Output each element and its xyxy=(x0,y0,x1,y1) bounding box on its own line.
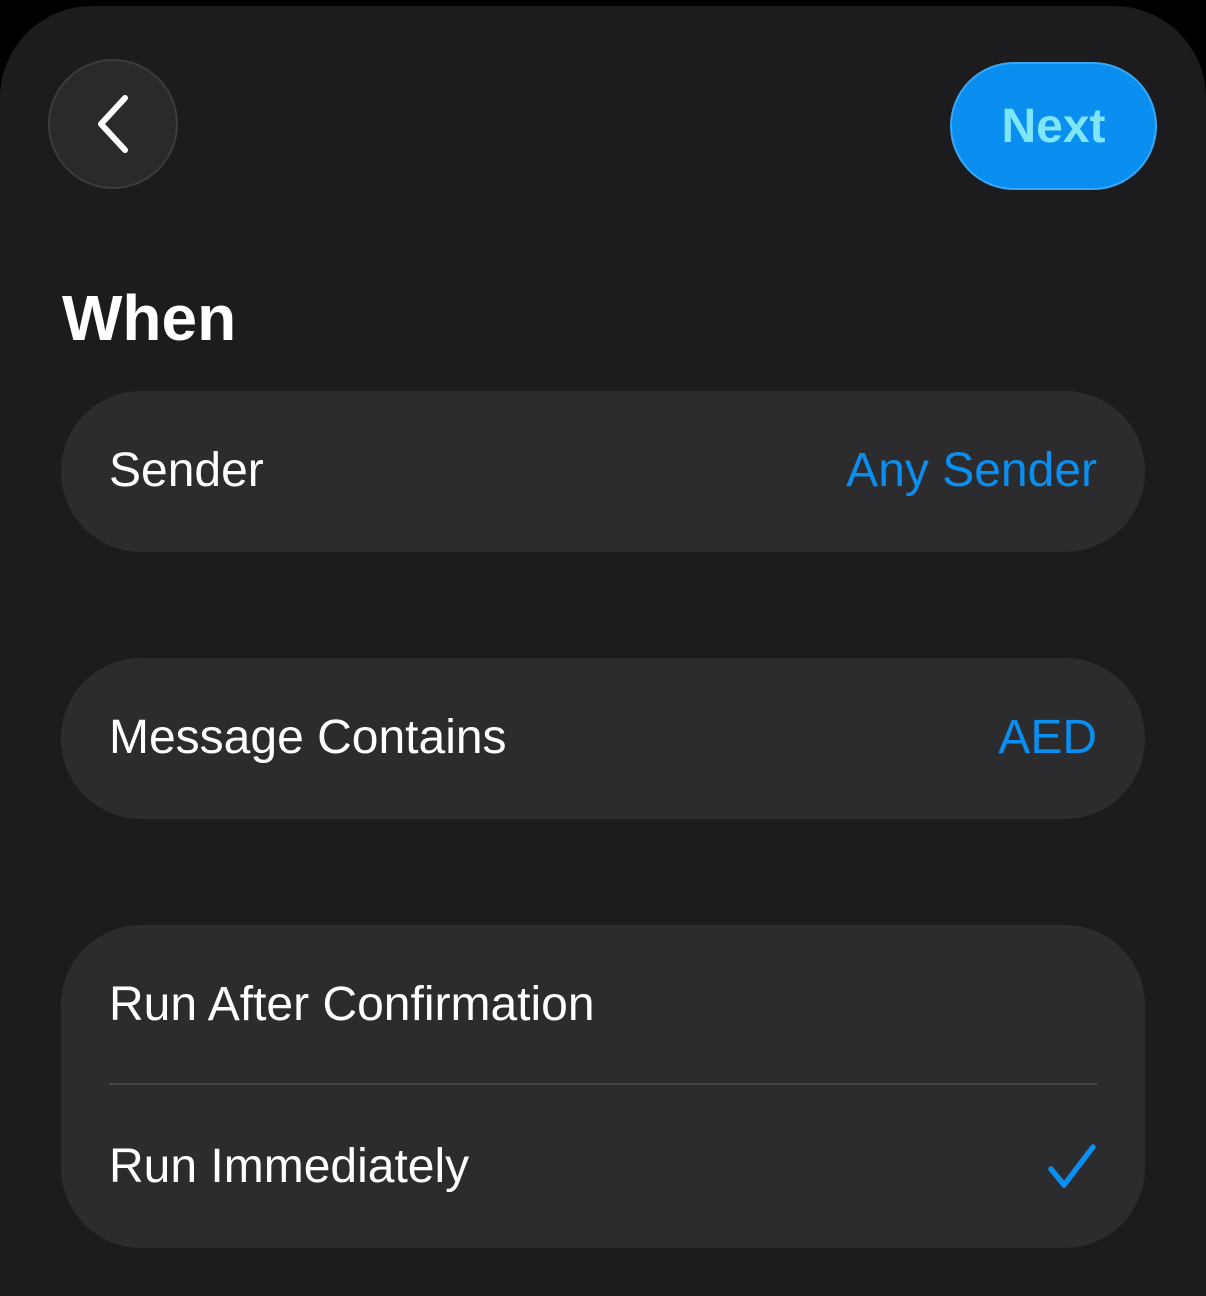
run-option-label: Run After Confirmation xyxy=(109,978,595,1031)
chevron-left-icon xyxy=(93,92,133,156)
message-contains-label: Message Contains xyxy=(109,711,507,764)
sender-row[interactable]: Sender Any Sender xyxy=(109,391,1097,551)
sender-label: Sender xyxy=(109,444,264,497)
sender-value[interactable]: Any Sender xyxy=(846,441,1097,501)
message-contains-card: Message Contains AED xyxy=(61,658,1145,819)
next-button[interactable]: Next xyxy=(950,62,1157,190)
page-title: When xyxy=(62,282,237,354)
run-option-confirmation[interactable]: Run After Confirmation xyxy=(109,925,1097,1085)
checkmark-icon xyxy=(1047,1143,1097,1191)
sender-card: Sender Any Sender xyxy=(61,391,1145,552)
run-option-label: Run Immediately xyxy=(109,1140,470,1193)
message-contains-value[interactable]: AED xyxy=(998,708,1097,768)
message-contains-row[interactable]: Message Contains AED xyxy=(109,658,1097,818)
run-option-immediately[interactable]: Run Immediately xyxy=(109,1087,1097,1247)
back-button[interactable] xyxy=(48,59,178,189)
divider xyxy=(109,1083,1097,1085)
automation-sheet: Next When Sender Any Sender Message Cont… xyxy=(0,6,1206,1296)
run-options-card: Run After Confirmation Run Immediately xyxy=(61,925,1145,1248)
